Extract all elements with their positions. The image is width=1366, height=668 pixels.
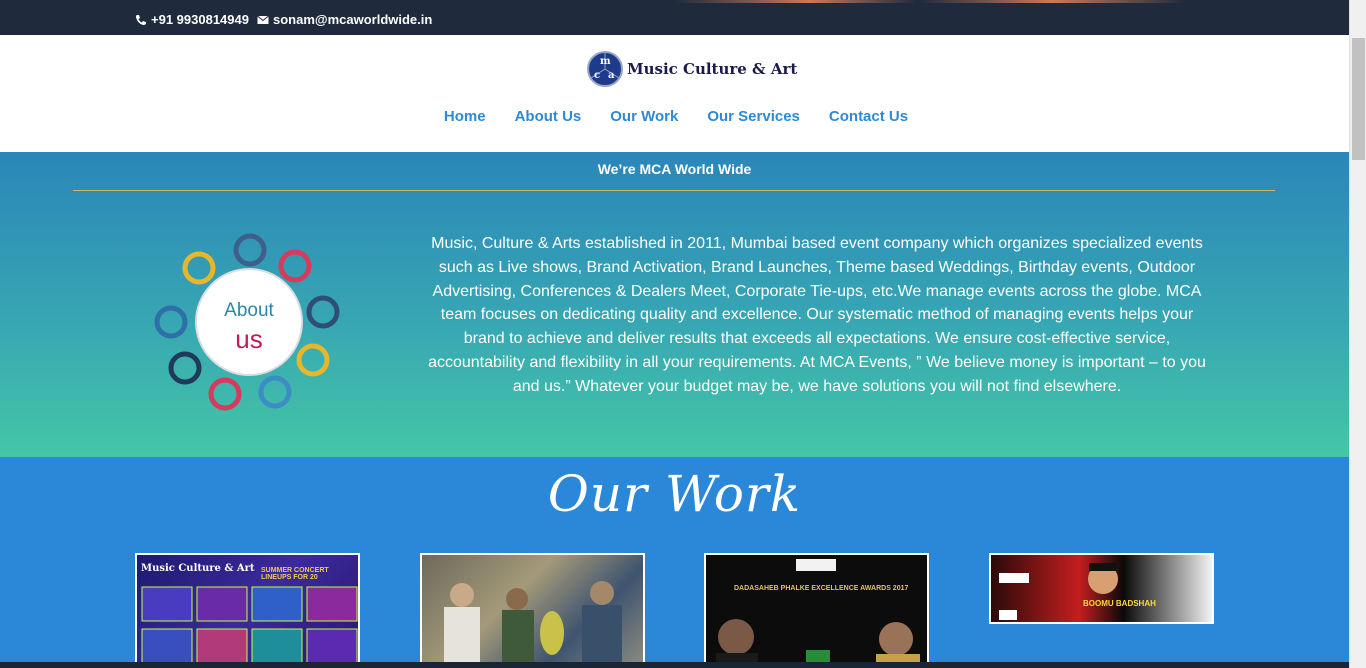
phone-contact[interactable]: +91 9930814949 xyxy=(135,12,249,27)
about-badge-line2: us xyxy=(235,324,262,354)
horizontal-scroll-strip xyxy=(0,662,1349,668)
phone-number: +91 9930814949 xyxy=(151,12,249,27)
email-address: sonam@mcaworldwide.in xyxy=(273,12,433,27)
vertical-scrollbar[interactable] xyxy=(1349,0,1366,668)
work-card-4[interactable]: BOOMU BADSHAH xyxy=(989,553,1214,624)
logo-text: Music Culture & Art xyxy=(627,60,798,78)
about-badge-line1: About xyxy=(224,300,274,321)
nav-contact-us[interactable]: Contact Us xyxy=(826,108,908,125)
work-card-1[interactable]: Music Culture & Art SUMMER CONCERT LINEU… xyxy=(135,553,360,668)
top-contact-bar: +91 9930814949 sonam@mcaworldwide.in xyxy=(0,0,1349,35)
logo-letter-a: a xyxy=(608,70,615,81)
heading-divider xyxy=(73,190,1275,191)
scrollbar-thumb[interactable] xyxy=(1352,38,1365,160)
phone-icon xyxy=(136,14,146,25)
logo-letter-c: c xyxy=(594,70,601,81)
work-card-3-image xyxy=(716,559,920,666)
about-description: Music, Culture & Arts established in 201… xyxy=(428,235,1206,395)
top-stripe xyxy=(0,0,1349,3)
envelope-icon xyxy=(257,15,269,24)
nav-our-work[interactable]: Our Work xyxy=(607,108,678,125)
site-logo[interactable]: m c a Music Culture & Art xyxy=(587,51,797,87)
email-contact[interactable]: sonam@mcaworldwide.in xyxy=(257,12,432,27)
main-nav: Home About Us Our Work Our Services Cont… xyxy=(0,108,1349,125)
logo-emblem: m c a xyxy=(587,51,623,87)
about-us-graphic: About us xyxy=(154,233,340,411)
our-work-section: Our Work Music Culture & Art SUMMER CONC… xyxy=(0,457,1349,668)
nav-about-us[interactable]: About Us xyxy=(512,108,582,125)
work-card-2-image xyxy=(444,581,622,666)
nav-our-services[interactable]: Our Services xyxy=(704,108,800,125)
work-card-4-image xyxy=(999,563,1118,620)
about-heading: We’re MCA World Wide xyxy=(597,161,752,177)
work-card-1-image xyxy=(141,586,358,664)
work-card-2[interactable] xyxy=(420,553,645,668)
logo-letter-m: m xyxy=(600,56,611,67)
work-card-3[interactable]: DADASAHEB PHALKE EXCELLENCE AWARDS 2017 xyxy=(704,553,929,668)
site-header: m c a Music Culture & Art Home About Us … xyxy=(0,35,1349,152)
nav-home[interactable]: Home xyxy=(441,108,486,125)
about-section: We’re MCA World Wide About us Music, Cul… xyxy=(0,152,1349,457)
our-work-title: Our Work xyxy=(547,465,802,523)
